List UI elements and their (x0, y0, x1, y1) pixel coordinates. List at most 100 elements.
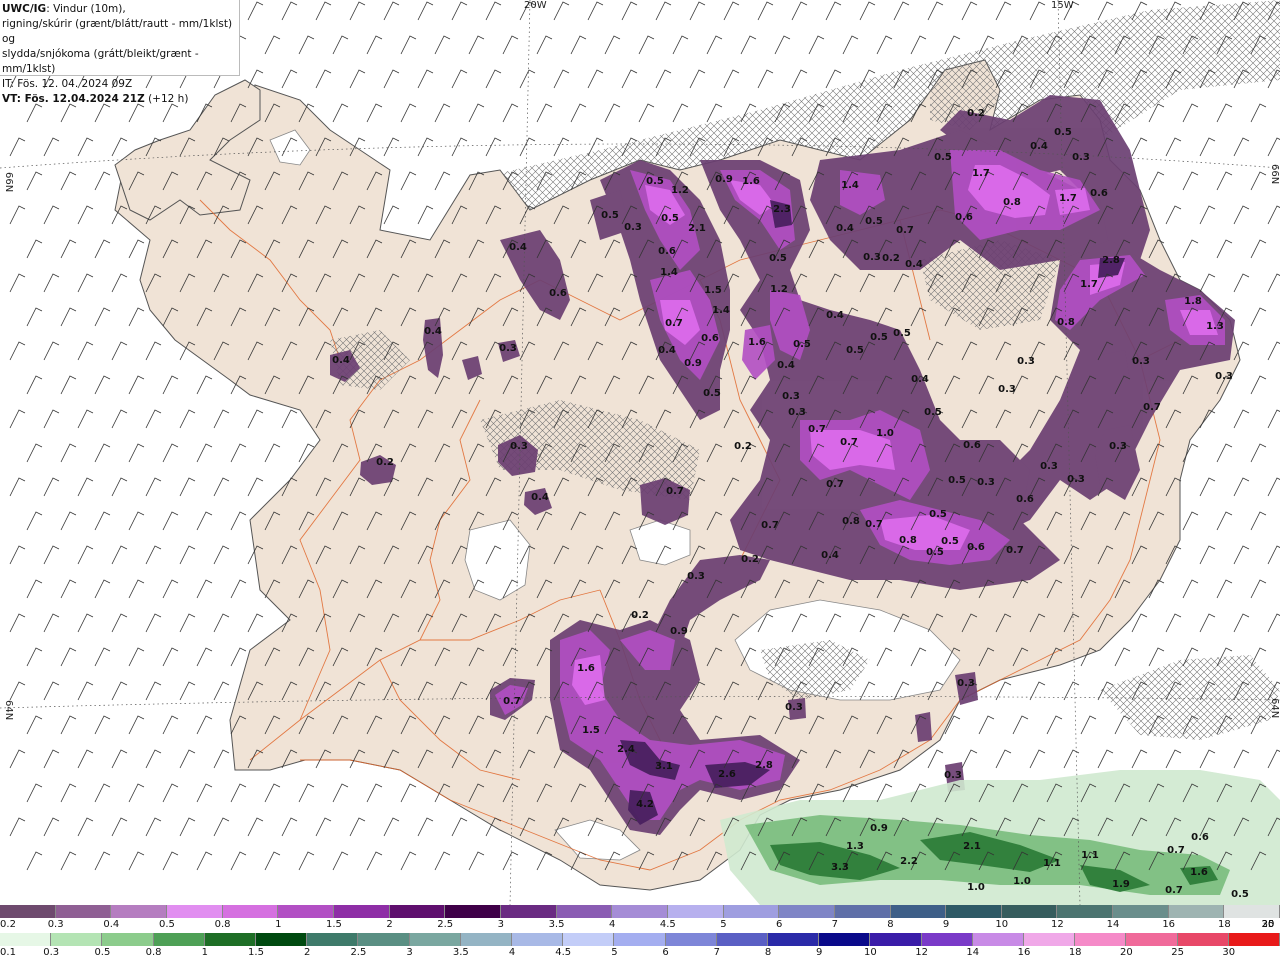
snow-label: 4.5 (659, 919, 676, 930)
snow-label: 9 (942, 919, 950, 930)
values-value-label: 0.5 (865, 216, 883, 227)
snow-swatch (890, 905, 947, 918)
weather-map: 20W 15W 66N 66N 64N 64N 0.9 1.62.30.50.51… (0, 0, 1280, 905)
values-value-label: 0.3 (788, 407, 806, 418)
values-value-label: 0.4 (424, 326, 442, 337)
rain-swatch (102, 933, 154, 946)
values-value-label: 0.6 (1090, 188, 1108, 199)
snow-label: 14 (1106, 919, 1120, 930)
rain-label: 4 (508, 947, 516, 958)
values-value-label: 0.8 (899, 535, 917, 546)
rain-swatch (153, 933, 205, 946)
rain-label: 12 (915, 947, 928, 958)
rain-label: 16 (1017, 947, 1031, 958)
rain-swatch (614, 933, 666, 946)
values-value-label: 0.5 (703, 388, 721, 399)
snow-swatch (0, 905, 56, 918)
rain-label: 25 (1171, 947, 1184, 958)
values-value-label: 0.2 (376, 457, 394, 468)
rain-swatch (819, 933, 871, 946)
rain_values-value-label: 2.2 (900, 856, 918, 867)
rain-swatch (972, 933, 1025, 946)
rain-swatch (563, 933, 615, 946)
rain-swatch (1228, 933, 1280, 946)
rain-swatch (460, 933, 513, 946)
lat-label-66n-left: 66N (3, 172, 14, 192)
snow-label: 4 (608, 919, 616, 930)
values-value-label: 1.2 (770, 284, 788, 295)
values-value-label: 0.5 (646, 176, 664, 187)
snow-swatch (166, 905, 223, 918)
values-value-label: 0.3 (1132, 356, 1150, 367)
values-value-label: 0.3 (782, 391, 800, 402)
snow-swatch (55, 905, 112, 918)
rain_values-value-label: 0.9 (870, 823, 888, 834)
rain-label: 14 (966, 947, 980, 958)
rain-swatch (204, 933, 257, 946)
map-title-box: UWC/IG: Vindur (10m), rigning/skúrir (gr… (0, 0, 240, 105)
rain-label: 2.5 (350, 947, 367, 958)
values-value-label: 2.1 (688, 223, 706, 234)
values-value-label: 0.9 (684, 358, 702, 369)
rain-swatch (665, 933, 717, 946)
rain_values-value-label: 1.9 (1112, 879, 1130, 890)
rain-label: 9 (816, 947, 823, 958)
rain-swatch (716, 933, 769, 946)
values-value-label: 0.7 (1006, 545, 1024, 556)
values-value-label: 0.3 (957, 678, 975, 689)
values-value-label: 0.5 (941, 536, 959, 547)
snow-swatch (946, 905, 1002, 918)
values-value-label: 0.7 (503, 696, 521, 707)
snow-label: 2.5 (437, 919, 454, 930)
values-value-label: 0.6 (963, 440, 981, 451)
values-value-label: 0.7 (865, 519, 883, 530)
values-value-label: 1.8 (1184, 296, 1202, 307)
values-value-label: 1.4 (660, 267, 678, 278)
rain-swatch (768, 933, 820, 946)
lat-label-64n-left: 64N (3, 700, 14, 720)
values-value-label: 0.4 (509, 242, 527, 253)
values-value-label: 0.4 (911, 374, 929, 385)
rain-label: 7 (713, 947, 720, 958)
rain-swatch (1126, 933, 1178, 946)
values-value-label: 1.6 (748, 337, 766, 348)
snow-label: 30 (1261, 919, 1275, 930)
rain_values-value-label: 1.1 (1043, 858, 1061, 869)
model-name: UWC/IG (2, 3, 47, 15)
rain_values-value-label: 1.1 (1081, 850, 1099, 861)
values-value-label: 0.7 (665, 318, 683, 329)
values-value-label: 0.3 (510, 441, 528, 452)
values-value-label: 0.7 (840, 437, 858, 448)
values-value-label: 2.6 (718, 769, 736, 780)
snow-label: 0.3 (47, 919, 64, 930)
snow-swatch (612, 905, 668, 918)
snow-swatch (779, 905, 835, 918)
snow-swatch (667, 905, 724, 918)
values-value-label: 1.4 (841, 180, 859, 191)
values-value-label: 0.8 (1057, 317, 1075, 328)
values-value-label: 0.4 (1030, 141, 1048, 152)
values-value-label: 0.3 (944, 770, 962, 781)
values-value-label: 0.6 (967, 542, 985, 553)
snow-label: 6 (775, 919, 783, 930)
snow-label: 0.2 (0, 919, 16, 930)
lon-label-20w: 20W (524, 0, 547, 11)
rain-label: 2 (304, 947, 311, 958)
snow-swatch (389, 905, 446, 918)
values-value-label: 0.9 (670, 626, 688, 637)
snow-label: 0.8 (214, 919, 231, 930)
values-value-label: 0.2 (967, 108, 985, 119)
snow-swatch (500, 905, 557, 918)
rain-label: 1 (201, 947, 208, 958)
values-value-label: 0.6 (549, 288, 567, 299)
rain-swatch (51, 933, 103, 946)
lon-label-15w: 15W (1051, 0, 1074, 11)
values-value-label: 0.6 (955, 212, 973, 223)
snow-swatch (556, 905, 613, 918)
values-value-label: 0.9 (715, 174, 733, 185)
rain-swatch (1075, 933, 1127, 946)
values-value-label: 0.3 (624, 222, 642, 233)
values-value-label: 0.4 (777, 360, 795, 371)
values-value-label: 0.5 (601, 210, 619, 221)
values-value-label: 0.7 (896, 225, 914, 236)
